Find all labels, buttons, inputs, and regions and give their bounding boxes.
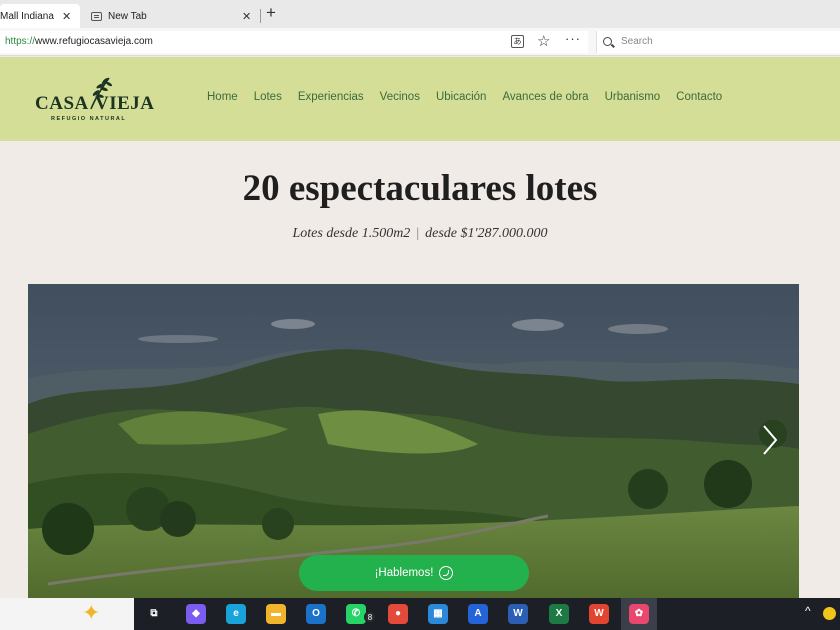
- logo-word-casa: CASA: [35, 93, 89, 114]
- whatsapp-icon[interactable]: ✆: [346, 604, 366, 624]
- subtitle-separator: |: [416, 226, 420, 241]
- cta-label: ¡Hablemos!: [374, 567, 434, 579]
- whatsapp-notification-badge: 8: [364, 611, 376, 623]
- logo-tagline: REFUGIO NATURAL: [51, 116, 127, 122]
- taskbar-search-area: ✦: [0, 598, 134, 630]
- url-host: www.refugiocasavieja.com: [35, 36, 153, 47]
- copilot-icon[interactable]: ◆: [186, 604, 206, 624]
- chrome-icon[interactable]: ●: [388, 604, 408, 624]
- search-icon: [603, 37, 612, 46]
- chevron-right-icon[interactable]: [760, 424, 780, 456]
- favorite-star-icon[interactable]: ☆: [537, 32, 550, 50]
- file-explorer-icon[interactable]: ▬: [266, 604, 286, 624]
- hablemos-whatsapp-button[interactable]: ¡Hablemos!: [299, 555, 529, 591]
- landscape-image-slider[interactable]: [28, 284, 799, 598]
- sparkle-icon[interactable]: ✦: [82, 602, 100, 624]
- search-input[interactable]: Search: [596, 31, 840, 53]
- nav-experiencias[interactable]: Experiencias: [298, 91, 364, 103]
- subtitle-lot-size: Lotes desde 1.500m2: [292, 226, 411, 241]
- tab-new-tab[interactable]: New Tab ✕: [82, 4, 260, 28]
- address-bar: https://www.refugiocasavieja.com あ ☆ ···…: [0, 28, 840, 56]
- tab-divider: [260, 9, 261, 23]
- new-tab-button[interactable]: +: [266, 4, 276, 22]
- edge-icon[interactable]: e: [226, 604, 246, 624]
- tab-title: Mall Indiana: [0, 10, 54, 22]
- wps-icon[interactable]: W: [589, 604, 609, 624]
- mountain-landscape-image: [28, 284, 799, 598]
- main-nav: Home Lotes Experiencias Vecinos Ubicació…: [207, 91, 738, 103]
- hero-subtitle: Lotes desde 1.500m2 | desde $1'287.000.000: [0, 226, 840, 242]
- more-options-icon[interactable]: ···: [565, 31, 581, 46]
- close-icon[interactable]: ✕: [242, 10, 251, 23]
- tray-app-icon[interactable]: [823, 607, 836, 620]
- hero-title: 20 espectaculares lotes: [242, 168, 598, 209]
- tray-chevron-icon[interactable]: ^: [805, 604, 811, 618]
- nav-lotes[interactable]: Lotes: [254, 91, 282, 103]
- task-view-icon[interactable]: ⧉: [144, 604, 164, 624]
- tab-title: New Tab: [108, 10, 147, 22]
- url-scheme: https://: [5, 36, 36, 47]
- whatsapp-icon: [439, 566, 454, 580]
- search-placeholder: Search: [621, 36, 653, 47]
- logo-word-vieja: VIEJA: [95, 93, 155, 114]
- nav-contacto[interactable]: Contacto: [676, 91, 722, 103]
- nav-home[interactable]: Home: [207, 91, 238, 103]
- excel-icon[interactable]: X: [549, 604, 569, 624]
- picasa-icon[interactable]: ✿: [629, 604, 649, 624]
- nav-vecinos[interactable]: Vecinos: [380, 91, 420, 103]
- store-icon[interactable]: ▦: [428, 604, 448, 624]
- nav-urbanismo[interactable]: Urbanismo: [605, 91, 661, 103]
- url-field[interactable]: https://www.refugiocasavieja.com: [0, 31, 588, 53]
- nav-avances-de-obra[interactable]: Avances de obra: [502, 91, 588, 103]
- browser-tab-bar: Mall Indiana ✕ New Tab ✕ +: [0, 0, 840, 28]
- windows-taskbar: ✦ ⧉ ◆ e ▬ O ✆ ● ▦ A W X W ✿ ^: [0, 598, 840, 630]
- subtitle-price: desde $1'287.000.000: [425, 226, 548, 241]
- new-tab-page-icon: [91, 11, 102, 21]
- casa-vieja-logo[interactable]: CASA VIEJA REFUGIO NATURAL: [35, 75, 154, 125]
- word-icon[interactable]: W: [508, 604, 528, 624]
- outlook-icon[interactable]: O: [306, 604, 326, 624]
- close-icon[interactable]: ✕: [62, 10, 71, 23]
- site-header: CASA VIEJA REFUGIO NATURAL Home Lotes Ex…: [0, 57, 840, 141]
- nav-ubicacion[interactable]: Ubicación: [436, 91, 487, 103]
- translate-icon[interactable]: あ: [511, 35, 524, 48]
- tab-mall-indiana[interactable]: Mall Indiana ✕: [0, 4, 80, 28]
- azure-icon[interactable]: A: [468, 604, 488, 624]
